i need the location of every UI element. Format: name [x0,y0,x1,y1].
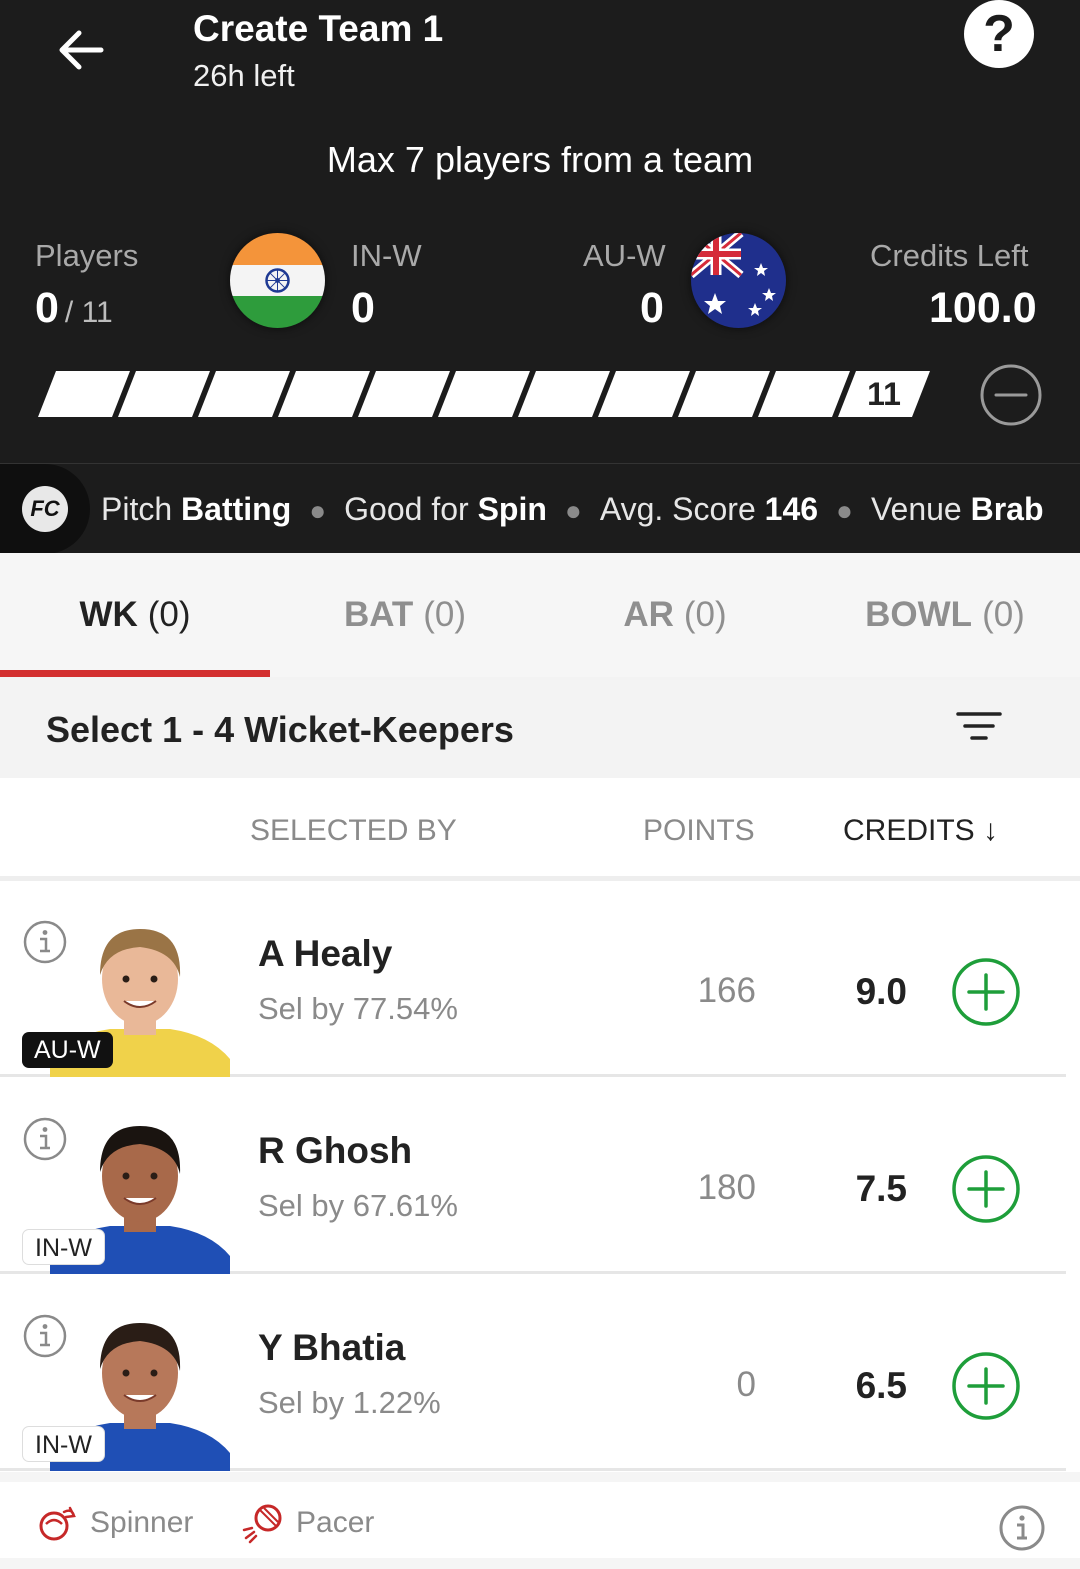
progress-segment [358,371,450,417]
minus-circle-icon[interactable] [979,363,1043,427]
players-total: / 11 [64,296,113,329]
tab-bowl-count: (0) [982,595,1025,634]
fc-logo-mark: FC [22,486,68,532]
tab-ar-count: (0) [683,595,727,634]
add-player-icon[interactable] [950,956,1022,1028]
filter-icon[interactable] [954,706,1004,746]
pitch-info-bar: FC Pitch Batting ● Good for Spin ● Avg. Scor… [0,463,1080,553]
selection-hint: Select 1 - 4 Wicket-Keepers [46,709,514,750]
pitch-value: Batting [181,491,292,527]
add-player-icon[interactable] [950,1153,1022,1225]
pitch-label: Pitch [101,491,173,527]
tab-bowl-label: BOWL [865,595,973,634]
points-header[interactable]: POINTS [643,814,755,848]
role-tabs: WK (0) BAT (0) AR (0) BOWL (0) [0,553,1080,677]
column-headers: SELECTED BY POINTS CREDITS ↓ [0,778,1080,881]
team2-count: 0 [640,284,664,332]
info-icon[interactable] [998,1504,1046,1552]
tab-wk-count: (0) [147,595,191,634]
tab-wk[interactable]: WK (0) [0,553,270,677]
avg-score-label: Avg. Score [599,491,756,527]
player-points: 180 [697,1168,756,1207]
player-selected-by: Sel by 1.22% [258,1385,441,1420]
team-tag: IN-W [22,1229,105,1265]
pacer-label: Pacer [296,1506,375,1539]
pacer-icon [242,1504,282,1544]
footer-legend: Spinner Pacer [0,1472,1080,1569]
pacer-legend: Pacer [242,1502,374,1544]
add-player-icon[interactable] [950,1350,1022,1422]
good-for-label: Good for [344,491,469,527]
player-name[interactable]: R Ghosh [258,1130,412,1172]
pitch-details: Pitch Batting ● Good for Spin ● Avg. Score 1… [101,491,1044,527]
player-credits: 9.0 [855,971,907,1012]
tab-wk-label: WK [79,595,138,634]
progress-segment [118,371,210,417]
player-points: 0 [736,1365,756,1404]
header: Create Team 1 26h left ? Max 7 players f… [0,0,1080,463]
arrow-left-icon [59,30,104,70]
venue-value: Brab [970,491,1044,527]
credits-header[interactable]: CREDITS ↓ [843,814,998,848]
player-row[interactable]: IN-W R Ghosh Sel by 67.61% 180 7.5 [0,1078,1066,1274]
players-count: 0/ 11 [35,284,113,333]
player-name[interactable]: A Healy [258,933,392,975]
page-title: Create Team 1 [193,8,444,49]
progress-total-label: 11 [867,376,901,412]
help-button[interactable]: ? [964,0,1034,68]
selection-hint-row: Select 1 - 4 Wicket-Keepers [0,677,1080,778]
tab-bat-count: (0) [423,595,467,634]
spinner-legend: Spinner [36,1502,193,1544]
progress-segment [438,371,530,417]
player-row[interactable]: IN-W Y Bhatia Sel by 1.22% 0 6.5 [0,1275,1066,1471]
tab-bat[interactable]: BAT (0) [270,553,540,677]
selected-by-header[interactable]: SELECTED BY [250,814,457,848]
team2-code: AU-W [583,238,666,273]
progress-segment [278,371,370,417]
tab-ar[interactable]: AR (0) [540,553,810,677]
good-for-value: Spin [477,491,547,527]
tab-bat-label: BAT [343,595,414,634]
progress-segment [678,371,770,417]
players-label: Players [35,238,139,273]
back-button[interactable] [50,22,110,78]
team-progress-bar: 11 [38,371,930,417]
progress-segment [758,371,850,417]
player-row[interactable]: AU-W A Healy Sel by 77.54% 166 9.0 [0,881,1066,1077]
footer-legend-bar: Spinner Pacer [0,1482,1080,1558]
max-players-note: Max 7 players from a team [326,139,754,180]
progress-segment [518,371,610,417]
spinner-label: Spinner [90,1506,194,1539]
australia-flag-icon [691,233,786,328]
time-left: 26h left [193,58,295,93]
progress-segment [198,371,290,417]
tab-ar-label: AR [623,595,674,634]
progress-segment [38,371,130,417]
team-tag: IN-W [22,1426,105,1462]
credits-left-value: 100.0 [929,284,1037,332]
team1-count: 0 [351,284,375,332]
player-credits: 7.5 [855,1168,907,1209]
spinner-icon [39,1506,76,1541]
tab-bowl[interactable]: BOWL (0) [810,553,1080,677]
credits-left-label: Credits Left [870,238,1029,273]
avg-score-value: 146 [764,491,819,527]
player-credits: 6.5 [855,1365,907,1406]
player-points: 166 [697,971,756,1010]
player-selected-by: Sel by 77.54% [258,991,458,1026]
question-icon: ? [983,5,1015,63]
team-tag: AU-W [22,1032,113,1068]
india-flag-icon [230,233,325,328]
team1-code: IN-W [351,238,422,273]
player-name[interactable]: Y Bhatia [258,1327,405,1369]
player-selected-by: Sel by 67.61% [258,1188,458,1223]
progress-segment [598,371,690,417]
fc-logo: FC [0,464,90,553]
players-selected: 0 [35,284,59,332]
venue-label: Venue [870,491,962,527]
